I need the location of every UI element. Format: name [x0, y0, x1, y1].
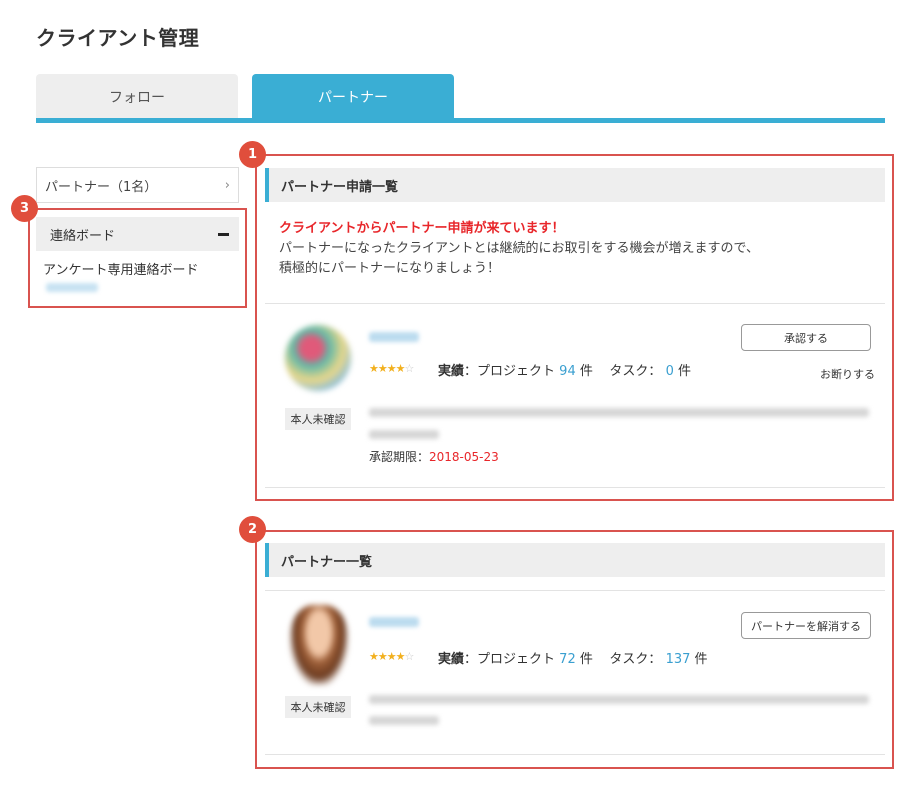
task-count[interactable]: 137: [666, 652, 691, 667]
approval-deadline: 承認期限：2018-05-23: [369, 450, 499, 464]
divider: [265, 487, 885, 488]
callout-badge-3: 3: [11, 195, 38, 222]
collapse-icon[interactable]: [218, 232, 229, 236]
client-description: [369, 716, 439, 725]
approve-button[interactable]: 承認する: [741, 324, 871, 351]
sidebar-item-label: パートナー（1名）: [45, 179, 158, 195]
client-name-link[interactable]: [369, 617, 419, 627]
client-description: [369, 430, 439, 439]
project-count[interactable]: 94: [559, 364, 576, 379]
decline-link[interactable]: お断りする: [820, 366, 875, 382]
request-notice-headline: クライアントからパートナー申請が来ています！: [279, 221, 565, 236]
unverified-badge: 本人未確認: [285, 408, 351, 430]
board-title: 連絡ボード: [50, 228, 116, 244]
request-notice-line2: 積極的にパートナーになりましょう！: [279, 261, 501, 276]
tab-follow[interactable]: フォロー: [36, 74, 238, 120]
client-name-link[interactable]: [369, 332, 419, 342]
client-stats: 実績：プロジェクト 72 件 タスク： 137 件: [438, 652, 708, 667]
request-notice-line1: パートナーになったクライアントとは継続的にお取引をする機会が増えますので、: [279, 241, 759, 256]
task-count[interactable]: 0: [666, 364, 674, 379]
blurred-link[interactable]: [46, 283, 98, 292]
avatar[interactable]: [290, 605, 348, 685]
board-item-survey[interactable]: アンケート専用連絡ボード: [43, 259, 198, 278]
divider: [265, 590, 885, 591]
tab-underline: [36, 118, 885, 123]
page-title: クライアント管理: [36, 26, 200, 50]
client-description: [369, 695, 869, 704]
unverified-badge: 本人未確認: [285, 696, 351, 718]
client-stats: 実績：プロジェクト 94 件 タスク： 0 件: [438, 364, 691, 379]
requests-section-title: パートナー申請一覧: [265, 168, 885, 202]
tab-partner[interactable]: パートナー: [252, 74, 454, 120]
callout-badge-2: 2: [239, 516, 266, 543]
sidebar-item-partners[interactable]: パートナー（1名） ›: [36, 167, 239, 203]
rating-stars-icon: ★★★★☆: [369, 650, 414, 663]
callout-badge-1: 1: [239, 141, 266, 168]
dissolve-partner-button[interactable]: パートナーを解消する: [741, 612, 871, 639]
board-header[interactable]: 連絡ボード: [36, 217, 239, 251]
chevron-right-icon: ›: [224, 177, 230, 193]
client-description: [369, 408, 869, 417]
divider: [265, 754, 885, 755]
project-count[interactable]: 72: [559, 652, 576, 667]
partners-section-title: パートナー一覧: [265, 543, 885, 577]
rating-stars-icon: ★★★★☆: [369, 362, 414, 375]
avatar[interactable]: [285, 325, 351, 391]
divider: [265, 303, 885, 304]
